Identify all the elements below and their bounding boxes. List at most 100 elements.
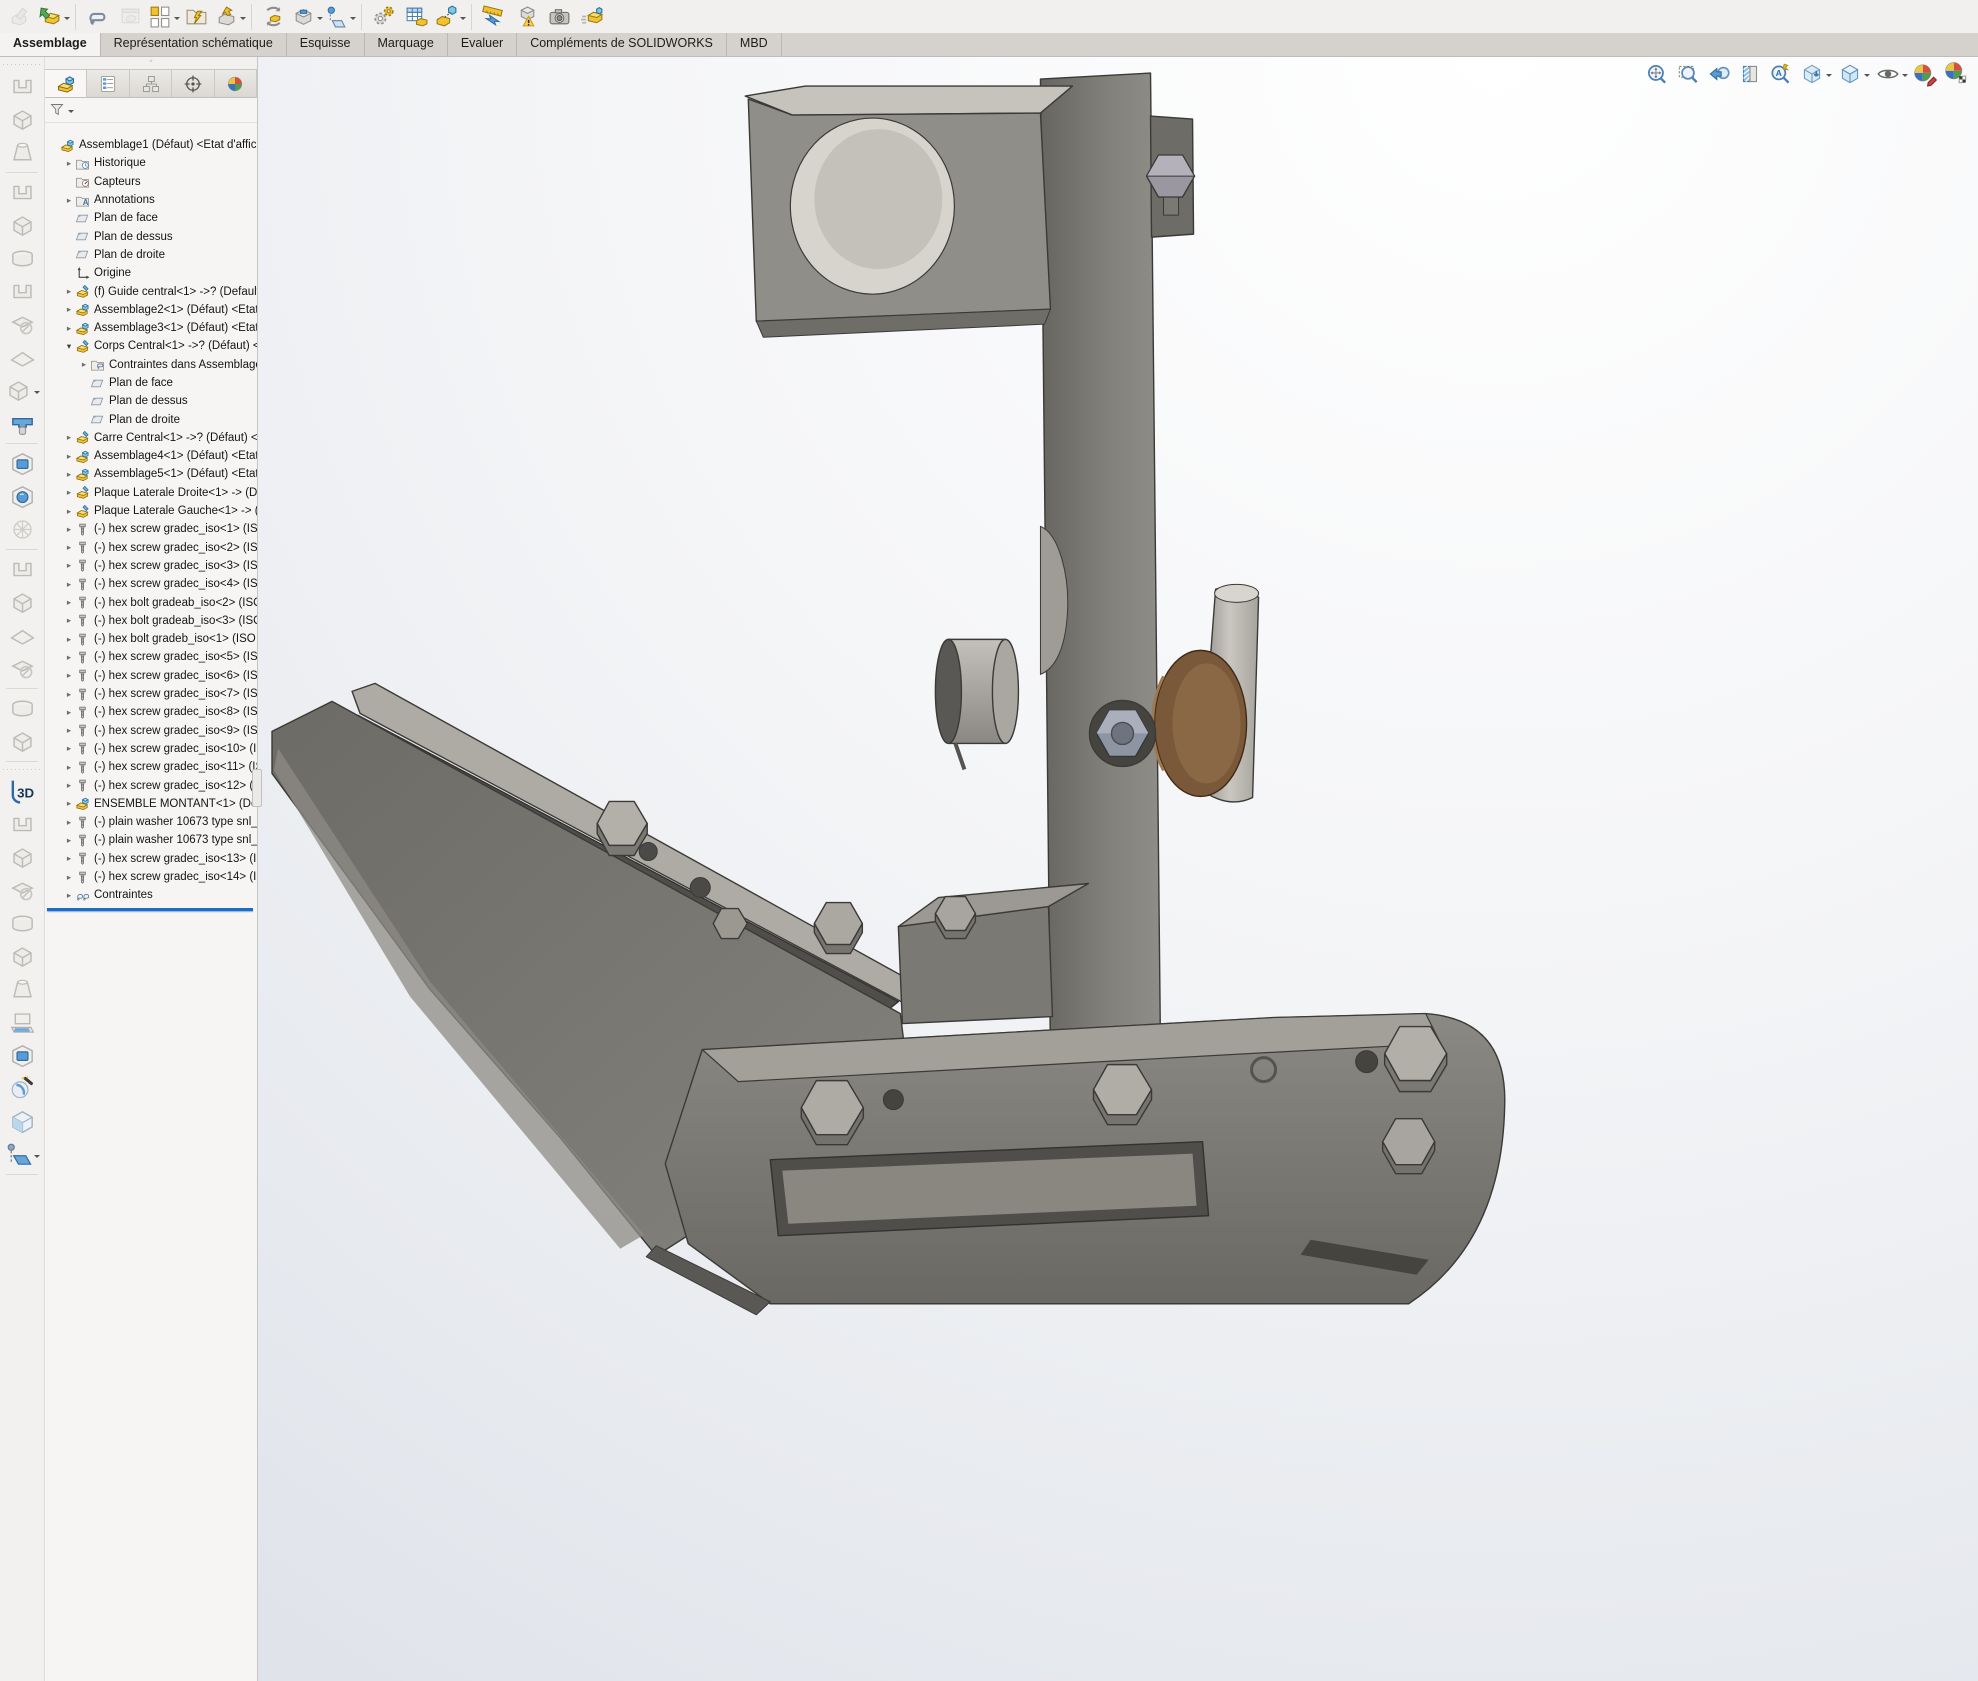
tree-expander-icon[interactable]: ▸ — [63, 506, 75, 517]
panel-tab-configurationmanager[interactable] — [130, 70, 172, 97]
tree-item[interactable]: Plan de droite — [45, 410, 257, 428]
dropdown-caret-icon[interactable] — [240, 17, 246, 23]
tree-expander-icon[interactable]: ▸ — [63, 469, 75, 480]
tree-item[interactable]: ▾Corps Central<1> ->? (Défaut) <- — [45, 337, 257, 355]
cube-tool-1-button[interactable] — [4, 841, 40, 874]
disc-stack-tool-button[interactable] — [4, 242, 40, 275]
tree-expander-icon[interactable]: ▸ — [63, 615, 75, 626]
reference-geometry-button[interactable] — [323, 2, 356, 32]
panel-tab-displaymanager[interactable] — [215, 70, 257, 97]
strip-grip-top[interactable]: ·········· — [2, 60, 42, 70]
tree-item[interactable]: ▸(-) hex screw gradec_iso<8> (ISO — [45, 703, 257, 721]
tree-expander-icon[interactable]: ▸ — [63, 652, 75, 663]
tree-item[interactable]: ▸(-) hex screw gradec_iso<13> (IS — [45, 850, 257, 868]
interference-detection-button[interactable] — [510, 2, 543, 32]
component-preview-button[interactable] — [114, 2, 147, 32]
tree-item[interactable]: ▸Assemblage3<1> (Défaut) <Etat — [45, 319, 257, 337]
move-component-button[interactable] — [213, 2, 246, 32]
wedge-tool-button[interactable] — [4, 973, 40, 1006]
panel-tab-featuremanager[interactable] — [45, 70, 87, 97]
tree-item[interactable]: ▸(-) hex screw gradec_iso<4> (ISO — [45, 575, 257, 593]
fixture-tool-1-button[interactable] — [4, 553, 40, 586]
tree-expander-icon[interactable]: ▸ — [63, 560, 75, 571]
3d-mode-tool-button[interactable] — [4, 775, 40, 808]
tree-item[interactable]: ▸Plaque Laterale Droite<1> -> (De — [45, 484, 257, 502]
laptop-tool-button[interactable] — [4, 1006, 40, 1039]
tree-expander-icon[interactable]: ▸ — [63, 597, 75, 608]
angle-bracket-tool-button[interactable] — [4, 374, 40, 407]
tab-marquage[interactable]: Marquage — [365, 33, 448, 56]
open-box-tool-button[interactable] — [4, 692, 40, 725]
tree-item[interactable]: ▸(-) hex screw gradec_iso<3> (ISO — [45, 557, 257, 575]
dropdown-caret-icon[interactable] — [64, 17, 70, 23]
dropdown-caret-icon[interactable] — [34, 391, 40, 397]
tree-expander-icon[interactable]: ▸ — [63, 872, 75, 883]
tree-expander-icon[interactable]: ▸ — [63, 743, 75, 754]
tree-item[interactable]: ▸(-) hex screw gradec_iso<9> (ISO — [45, 722, 257, 740]
tree-item[interactable]: ▸(-) hex screw gradec_iso<6> (ISO — [45, 667, 257, 685]
tree-item[interactable]: Origine — [45, 264, 257, 282]
tree-expander-icon[interactable]: ▸ — [63, 670, 75, 681]
tree-item[interactable]: ▸(-) hex screw gradec_iso<14> (IS — [45, 868, 257, 886]
slat-tool-button[interactable] — [4, 619, 40, 652]
no-symbol-tool-button[interactable] — [4, 652, 40, 685]
dropdown-caret-icon[interactable] — [34, 1155, 40, 1161]
apply-scene-button[interactable] — [1797, 60, 1834, 88]
tree-item[interactable]: ▸(-) hex bolt gradeab_iso<2> (ISO — [45, 593, 257, 611]
cube-pair-tool-button[interactable] — [4, 907, 40, 940]
cube-tool-2-button[interactable] — [4, 940, 40, 973]
tree-item[interactable]: ▸Assemblage4<1> (Défaut) <Etat — [45, 447, 257, 465]
filter-funnel-icon[interactable] — [49, 102, 65, 118]
viewport[interactable] — [258, 57, 1978, 1681]
tree-expander-icon[interactable]: ▸ — [63, 542, 75, 553]
tree-expander-icon[interactable]: ▸ — [63, 304, 75, 315]
fixture-tool-2-button[interactable] — [4, 586, 40, 619]
tab-mbd[interactable]: MBD — [727, 33, 782, 56]
panel-collapse-handle[interactable]: ◦ — [45, 57, 257, 69]
tree-expander-icon[interactable]: ▸ — [63, 634, 75, 645]
tab-esquisse[interactable]: Esquisse — [287, 33, 365, 56]
dropdown-caret-icon[interactable] — [350, 17, 356, 23]
tree-expander-icon[interactable]: ▸ — [63, 780, 75, 791]
tree-expander-icon[interactable]: ▸ — [63, 689, 75, 700]
dropdown-caret-icon[interactable] — [1826, 74, 1832, 80]
rollback-bar[interactable] — [47, 908, 253, 911]
tree-expander-icon[interactable]: ▸ — [63, 432, 75, 443]
tree-expander-icon[interactable]: ▸ — [63, 451, 75, 462]
tree-expander-icon[interactable]: ▸ — [63, 762, 75, 773]
target-tool-button[interactable] — [4, 513, 40, 546]
tree-item[interactable]: ▸(-) plain washer 10673 type snl_is — [45, 831, 257, 849]
measure-button[interactable] — [477, 2, 510, 32]
tree-item[interactable]: Plan de droite — [45, 246, 257, 264]
snapshot-button[interactable] — [543, 2, 576, 32]
box-tool-button[interactable] — [4, 103, 40, 136]
panel-tab-dimxpertmanager[interactable] — [172, 70, 214, 97]
panel-splitter-grip[interactable] — [252, 769, 262, 807]
tree-item[interactable]: ▸(-) hex screw gradec_iso<11> (IS — [45, 758, 257, 776]
tree-expander-icon[interactable]: ▸ — [63, 725, 75, 736]
tab-repr-sentation-sch-matique[interactable]: Représentation schématique — [101, 33, 287, 56]
tree-item[interactable]: ▸(-) hex screw gradec_iso<2> (ISO — [45, 539, 257, 557]
tree-item[interactable]: ▸Historique — [45, 154, 257, 172]
tree-item[interactable]: Plan de face — [45, 374, 257, 392]
dropdown-caret-icon[interactable] — [174, 17, 180, 23]
blue-cube-tool-button[interactable] — [4, 1105, 40, 1138]
view-settings-button[interactable] — [1766, 60, 1796, 88]
mate-button[interactable] — [81, 2, 114, 32]
tree-expander-icon[interactable]: ▸ — [63, 817, 75, 828]
panel-tab-propertymanager[interactable] — [87, 70, 129, 97]
tree-item[interactable]: Capteurs — [45, 173, 257, 191]
tree-item[interactable]: ▸Plaque Laterale Gauche<1> -> (D — [45, 502, 257, 520]
tree-item[interactable]: ▸Assemblage2<1> (Défaut) <Etat — [45, 301, 257, 319]
window-box-tool-button[interactable] — [4, 447, 40, 480]
edit-component-button[interactable] — [4, 2, 37, 32]
filter-caret-icon[interactable] — [68, 110, 74, 116]
side-clamp-tool-button[interactable] — [4, 176, 40, 209]
large-assembly-mode-button[interactable] — [576, 2, 609, 32]
tree-item[interactable]: ▸Carre Central<1> ->? (Défaut) << — [45, 429, 257, 447]
dropdown-caret-icon[interactable] — [1864, 74, 1870, 80]
flat-plate-tool-button[interactable] — [4, 341, 40, 374]
tree-item[interactable]: ▸(-) hex screw gradec_iso<1> (ISO — [45, 520, 257, 538]
tree-expander-icon[interactable]: ▸ — [63, 853, 75, 864]
zoom-fit-button[interactable] — [1642, 60, 1672, 88]
